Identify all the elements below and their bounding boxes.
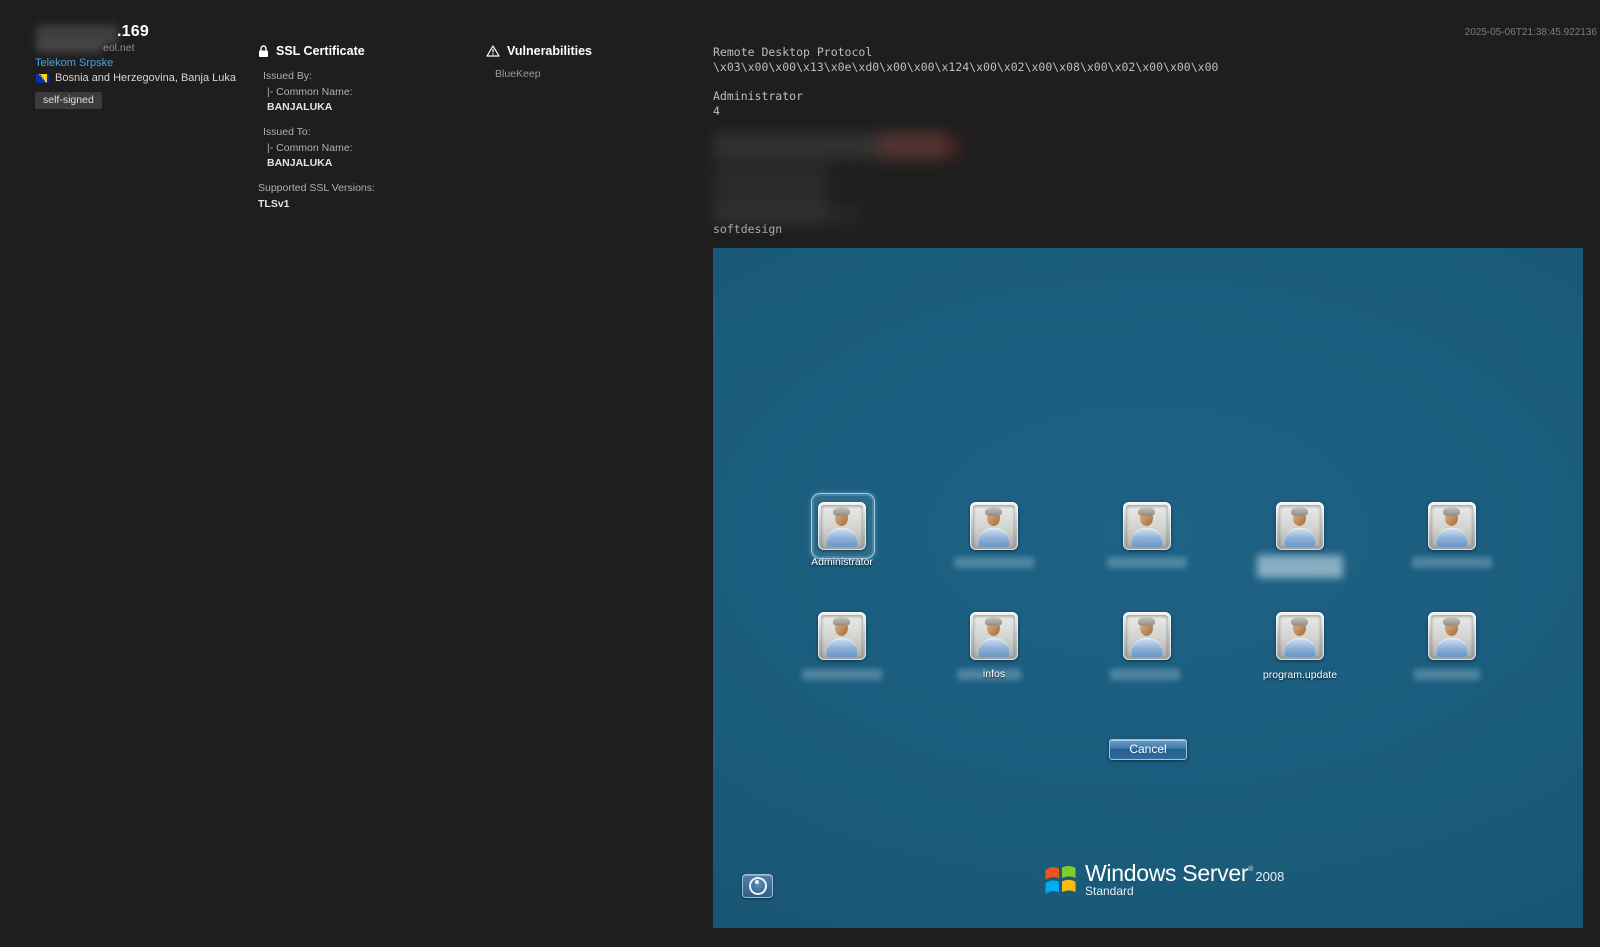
ssl-section-heading: SSL Certificate <box>258 44 375 58</box>
rdp-screenshot[interactable]: Administrator infos program.update Cance… <box>713 248 1583 928</box>
windows-flag-icon <box>1043 863 1078 897</box>
issued-to-cn-value: BANJALUKA <box>267 157 375 169</box>
user-label-program-update: program.update <box>1230 669 1370 681</box>
scan-timestamp: 2025-05-06T21:38:45.922136 <box>1465 27 1597 38</box>
user-tile-4[interactable] <box>1276 502 1324 550</box>
user-label-administrator: Administrator <box>772 556 912 568</box>
redacted-user-label <box>1110 669 1180 680</box>
user-avatar <box>1279 505 1321 547</box>
host-location-row: Bosnia and Herzegovina, Banja Luka <box>36 72 236 84</box>
vulnerabilities-section: Vulnerabilities BlueKeep <box>486 44 592 80</box>
tag-self-signed[interactable]: self-signed <box>35 92 102 109</box>
redacted-user-label-wide <box>1257 555 1343 578</box>
warning-icon <box>486 45 500 57</box>
redacted-user-label <box>1414 669 1480 680</box>
redacted-user-label <box>1412 557 1492 568</box>
brand-trademark: ® <box>1248 866 1253 873</box>
user-tile-6[interactable] <box>818 612 866 660</box>
redacted-banner-block <box>713 125 1043 230</box>
user-tile-infos[interactable] <box>970 612 1018 660</box>
user-avatar <box>1279 615 1321 657</box>
user-avatar <box>973 615 1015 657</box>
vulnerabilities-title: Vulnerabilities <box>507 44 592 58</box>
vuln-bluekeep[interactable]: BlueKeep <box>495 68 592 80</box>
brand-year: 2008 <box>1255 869 1284 884</box>
ease-of-access-button[interactable] <box>742 874 773 898</box>
redacted-user-label <box>1107 557 1187 568</box>
host-hostname: eol.net <box>103 42 135 54</box>
ssl-certificate-section: SSL Certificate Issued By: |- Common Nam… <box>258 44 375 210</box>
lock-icon <box>258 45 269 58</box>
cancel-button[interactable]: Cancel <box>1109 739 1187 760</box>
user-avatar <box>1126 615 1168 657</box>
user-avatar <box>821 505 863 547</box>
issued-to-cn-label: |- Common Name: <box>267 142 375 154</box>
host-ip: .169 <box>117 23 149 41</box>
redacted-user-label <box>802 669 882 680</box>
banner-note: softdesign <box>713 222 782 236</box>
ssl-section-title: SSL Certificate <box>276 44 365 58</box>
user-tile-5[interactable] <box>1428 502 1476 550</box>
issued-by-label: Issued By: <box>263 70 375 82</box>
issued-by-cn-value: BANJALUKA <box>267 101 375 113</box>
service-protocol: Remote Desktop Protocol <box>713 45 872 59</box>
user-avatar <box>1431 615 1473 657</box>
ssl-versions-value: TLSv1 <box>258 198 375 210</box>
bosnia-flag-icon <box>36 74 49 83</box>
redacted-hostname-prefix <box>36 42 103 53</box>
vulnerabilities-heading: Vulnerabilities <box>486 44 592 58</box>
user-tile-program-update[interactable] <box>1276 612 1324 660</box>
user-avatar <box>973 505 1015 547</box>
user-tile-3[interactable] <box>1123 502 1171 550</box>
host-location: Bosnia and Herzegovina, Banja Luka <box>55 72 236 84</box>
ntlm-count: 4 <box>713 104 720 118</box>
ease-of-access-icon <box>749 877 767 895</box>
service-banner-hex: \x03\x00\x00\x13\x0e\xd0\x00\x00\x124\x0… <box>713 60 1218 74</box>
issued-to-label: Issued To: <box>263 126 375 138</box>
user-tile-8[interactable] <box>1123 612 1171 660</box>
redacted-user-label <box>954 557 1034 568</box>
user-label-infos: infos <box>924 668 1064 680</box>
host-report-page: .169 eol.net Telekom Srpske Bosnia and H… <box>0 0 1600 947</box>
user-avatar <box>1126 505 1168 547</box>
redacted-blob-red <box>878 135 958 157</box>
redacted-blob <box>713 207 863 223</box>
user-avatar <box>821 615 863 657</box>
brand-name: Windows Server <box>1085 860 1248 886</box>
user-tile-10[interactable] <box>1428 612 1476 660</box>
issued-by-cn-label: |- Common Name: <box>267 86 375 98</box>
windows-brand: Windows Server®2008 Standard <box>1043 860 1284 898</box>
brand-edition: Standard <box>1085 884 1284 898</box>
user-tile-administrator[interactable] <box>818 502 866 550</box>
user-tile-2[interactable] <box>970 502 1018 550</box>
user-avatar <box>1431 505 1473 547</box>
ntlm-user: Administrator <box>713 89 803 103</box>
ssl-versions-label: Supported SSL Versions: <box>258 182 375 194</box>
isp-link[interactable]: Telekom Srpske <box>35 57 113 69</box>
